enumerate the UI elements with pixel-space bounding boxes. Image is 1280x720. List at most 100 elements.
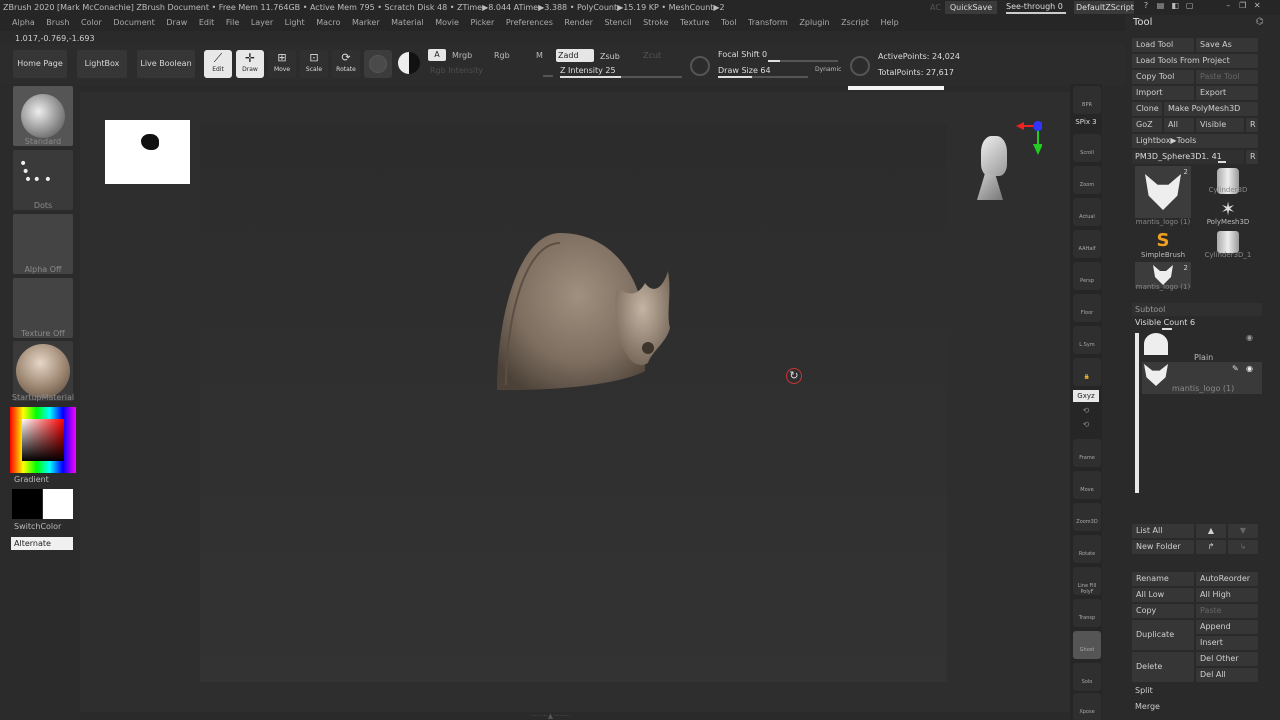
help-icon[interactable]: ? (1140, 1, 1152, 10)
menu-document[interactable]: Document (113, 15, 154, 31)
append-button[interactable]: Append (1196, 620, 1258, 634)
actual-button[interactable]: Actual (1073, 198, 1101, 226)
move-view-button[interactable]: Move (1073, 471, 1101, 499)
focal-shift-icon[interactable] (690, 56, 710, 76)
rgb-button[interactable]: Rgb (494, 51, 510, 60)
live-boolean-button[interactable]: Live Boolean (137, 50, 195, 78)
lightbox-button[interactable]: LightBox (77, 50, 127, 78)
linefill-button[interactable]: Line Fill PolyF (1073, 567, 1101, 595)
xyz-button[interactable]: Gxyz (1073, 390, 1099, 402)
plain-visibility-icon[interactable]: ◉ (1246, 333, 1253, 342)
menu-light[interactable]: Light (285, 15, 305, 31)
quicksave-button[interactable]: QuickSave (945, 1, 997, 14)
all-low-button[interactable]: All Low (1132, 588, 1194, 602)
close-window-icon[interactable]: ✕ (1251, 1, 1263, 10)
edit-button[interactable]: ⟋ Edit (204, 50, 232, 78)
z-intensity-slider[interactable]: Z Intensity 25 (560, 66, 684, 80)
menu-zscript[interactable]: Zscript (841, 15, 869, 31)
alternate-button[interactable]: Alternate (11, 537, 73, 550)
move-down-button[interactable]: ▼ (1228, 524, 1258, 538)
current-tool-slider[interactable]: PM3D_Sphere3D1. 41 (1132, 150, 1244, 164)
menu-render[interactable]: Render (564, 15, 592, 31)
axis-gizmo[interactable] (1008, 117, 1042, 157)
current-tool-r-button[interactable]: R (1246, 150, 1258, 164)
bpr-button[interactable]: BPR (1073, 86, 1101, 114)
paste-tool-button[interactable]: Paste Tool (1196, 70, 1258, 84)
bottom-shelf-handle[interactable]: ········▲········ (530, 712, 616, 720)
menu-brush[interactable]: Brush (46, 15, 69, 31)
menu-picker[interactable]: Picker (470, 15, 494, 31)
menu-marker[interactable]: Marker (352, 15, 380, 31)
tool-panel-title[interactable]: Tool (1133, 17, 1152, 28)
main-color-swatch[interactable] (43, 489, 73, 519)
menu-movie[interactable]: Movie (435, 15, 459, 31)
copy-tool-button[interactable]: Copy Tool (1132, 70, 1194, 84)
lightbox-tools-button[interactable]: Lightbox▶Tools (1132, 134, 1258, 148)
dynamic-brush-icon[interactable] (850, 56, 870, 76)
folder-action-button[interactable]: ↱ (1196, 540, 1226, 554)
lsym-button[interactable]: L.Sym (1073, 326, 1101, 354)
mantis-visibility-icon[interactable]: ◉ (1246, 364, 1253, 373)
autoreorder-button[interactable]: AutoReorder (1196, 572, 1258, 586)
a-toggle[interactable]: A (428, 49, 446, 61)
subtool-scrollbar[interactable] (1135, 333, 1139, 493)
xpose-button[interactable]: Xpose (1073, 693, 1101, 720)
solo-button[interactable]: Solo (1073, 663, 1101, 691)
goz-all-button[interactable]: All (1164, 118, 1194, 132)
zscript-button[interactable]: DefaultZScript (1074, 1, 1134, 14)
switchcolor-button[interactable]: SwitchColor (14, 522, 61, 531)
persp-button[interactable]: Persp (1073, 262, 1101, 290)
lock-button[interactable]: 🔒 (1073, 358, 1101, 386)
make-polymesh-button[interactable]: Make PolyMesh3D (1164, 102, 1258, 116)
mantis-brush-icon[interactable]: ✎ (1232, 364, 1239, 373)
import-button[interactable]: Import (1132, 86, 1194, 100)
menu-macro[interactable]: Macro (316, 15, 340, 31)
del-all-button[interactable]: Del All (1196, 668, 1258, 682)
rotate-button[interactable]: ⟳ Rotate (332, 50, 360, 78)
menu-zplugin[interactable]: Zplugin (799, 15, 829, 31)
minimize-window-icon[interactable]: – (1222, 1, 1234, 10)
load-project-button[interactable]: Load Tools From Project (1132, 54, 1258, 68)
split-button[interactable]: Split (1135, 686, 1153, 695)
rgb-intensity-slider[interactable]: Rgb Intensity (430, 66, 554, 78)
visible-count-slider[interactable]: Visible Count 6 (1132, 318, 1262, 330)
menu-stroke[interactable]: Stroke (643, 15, 669, 31)
menu-preferences[interactable]: Preferences (506, 15, 553, 31)
mrgb-button[interactable]: Mrgb (452, 51, 472, 60)
zoom-button[interactable]: Zoom (1073, 166, 1101, 194)
focal-shift-slider[interactable]: Focal Shift 0 (718, 50, 842, 64)
color-picker[interactable] (10, 407, 76, 473)
floor-button[interactable]: Floor (1073, 294, 1101, 322)
rotate-view-button[interactable]: Rotate (1073, 535, 1101, 563)
all-high-button[interactable]: All High (1196, 588, 1258, 602)
menu-tool[interactable]: Tool (721, 15, 737, 31)
clone-button[interactable]: Clone (1132, 102, 1162, 116)
scale-button[interactable]: ⊡ Scale (300, 50, 328, 78)
see-through-slider[interactable]: See-through 0 (1006, 1, 1068, 14)
menu-color[interactable]: Color (81, 15, 102, 31)
model-viewport[interactable] (200, 123, 947, 682)
folder-action-2-button[interactable]: ↳ (1228, 540, 1258, 554)
zcut-button[interactable]: Zcut (643, 51, 661, 60)
layout-icon[interactable]: ▤ (1155, 1, 1167, 10)
duplicate-button[interactable]: Duplicate (1132, 620, 1194, 650)
scroll-button[interactable]: Scroll (1073, 134, 1101, 162)
tool-thumb-mantis-logo[interactable]: 2 (1135, 166, 1191, 218)
panel-dock-icon[interactable]: ⌬ (1256, 17, 1264, 27)
subtool-item-plain[interactable]: ◉ Plain (1142, 331, 1262, 363)
ghost-button[interactable]: Ghost (1073, 631, 1101, 659)
insert-button[interactable]: Insert (1196, 636, 1258, 650)
tool-thumb-cylinder-1[interactable] (1200, 229, 1256, 253)
merge-button[interactable]: Merge (1135, 702, 1160, 711)
move-up-button[interactable]: ▲ (1196, 524, 1226, 538)
goz-button[interactable]: GoZ (1132, 118, 1162, 132)
material-sphere-button[interactable] (364, 50, 392, 78)
save-as-button[interactable]: Save As (1196, 38, 1258, 52)
zoom3d-button[interactable]: Zoom3D (1073, 503, 1101, 531)
tool-thumb-simplebrush[interactable]: S (1135, 229, 1191, 253)
menu-help[interactable]: Help (881, 15, 899, 31)
home-page-button[interactable]: Home Page (13, 50, 67, 78)
secondary-color-swatch[interactable] (12, 489, 42, 519)
zsub-button[interactable]: Zsub (600, 52, 620, 61)
rotate-y-icon[interactable]: ⟲ (1073, 420, 1099, 429)
